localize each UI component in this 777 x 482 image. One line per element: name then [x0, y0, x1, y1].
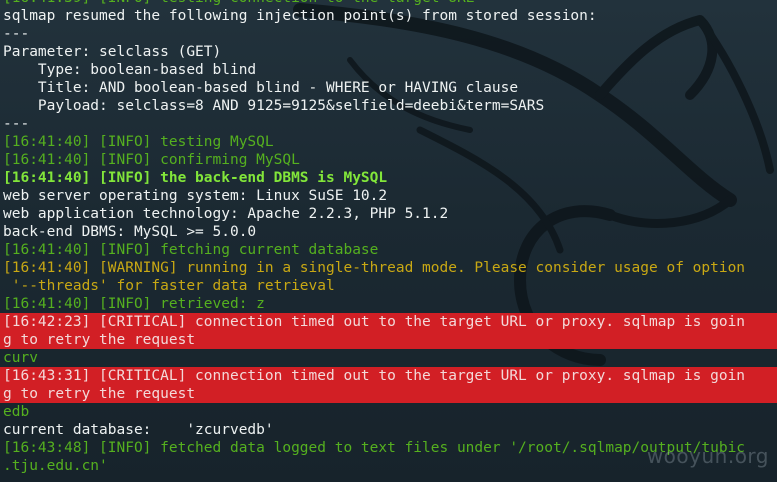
output-line: back-end DBMS: MySQL >= 5.0.0 [3, 224, 257, 240]
info-line: [16:41:40] [INFO] the back-end DBMS is M… [3, 170, 388, 186]
output-line: web application technology: Apache 2.2.3… [3, 206, 449, 222]
info-line: [16:41:40] [INFO] confirming MySQL [3, 152, 300, 168]
output-line: Parameter: selclass (GET) [3, 44, 222, 60]
watermark: wooyun.org [646, 444, 769, 468]
terminal-output: [16:41:39] [INFO] testing connection to … [0, 0, 777, 475]
output-line: Type: boolean-based blind [3, 62, 257, 78]
output-line: Title: AND boolean-based blind - WHERE o… [3, 80, 519, 96]
info-line: curv [3, 350, 38, 366]
info-line: [16:41:40] [INFO] testing MySQL [3, 134, 274, 150]
info-line: [16:41:39] [INFO] testing connection to … [0, 0, 777, 7]
output-line: web server operating system: Linux SuSE … [3, 188, 388, 204]
warning-line: [16:41:40] [WARNING] running in a single… [3, 260, 746, 276]
critical-line: g to retry the request [0, 331, 777, 349]
info-line: edb [3, 404, 30, 420]
critical-line: [16:43:31] [CRITICAL] connection timed o… [0, 367, 777, 385]
output-line: sqlmap resumed the following injection p… [3, 8, 597, 24]
terminal-window[interactable]: [16:41:39] [INFO] testing connection to … [0, 0, 777, 482]
output-line: --- [3, 116, 30, 132]
info-line: [16:41:40] [INFO] retrieved: z [3, 296, 265, 312]
output-line: --- [3, 26, 30, 42]
output-line: Payload: selclass=8 AND 9125=9125&selfie… [3, 98, 545, 114]
output-line: current database: 'zcurvedb' [3, 422, 274, 438]
info-line: [16:41:40] [INFO] fetching current datab… [3, 242, 379, 258]
warning-line: '--threads' for faster data retrieval [3, 278, 335, 294]
critical-line: [16:42:23] [CRITICAL] connection timed o… [0, 313, 777, 331]
critical-line: g to retry the request [0, 385, 777, 403]
